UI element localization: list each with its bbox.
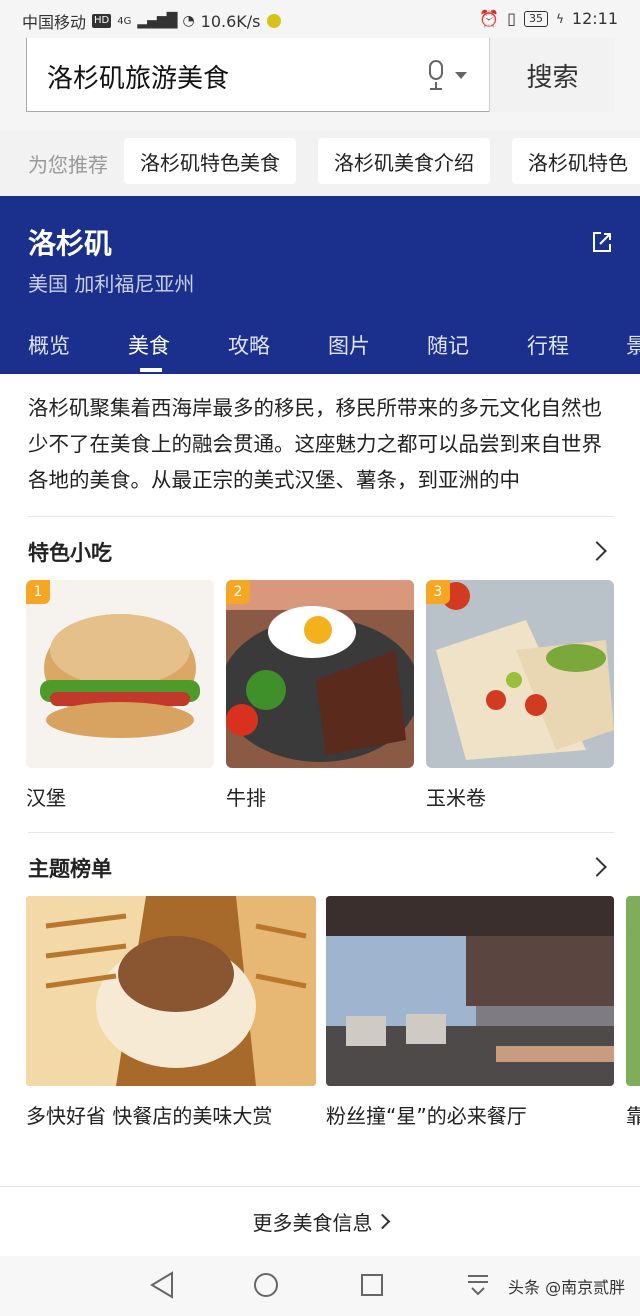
snack-card[interactable]: 3 玉米卷 [426,580,614,811]
vibrate-icon: ▯ [507,9,516,28]
charging-icon: ϟ [555,11,564,26]
tab-bar: 概览 美食 攻略 图片 随记 行程 景 [0,320,640,374]
theme-image[interactable] [626,896,640,1086]
microphone-icon[interactable] [427,60,445,90]
theme-card[interactable]: 粉丝撞“星”的必来餐厅 [326,896,614,1129]
chevron-right-icon [374,1213,390,1229]
steak-image[interactable]: 2 [226,580,414,768]
signal-icon: ▂▄▆█ [137,13,177,29]
city-title: 洛杉矶 [28,227,113,260]
snack-name[interactable]: 玉米卷 [426,782,614,811]
system-nav-bar: 头条 @南京贰胖 [0,1256,640,1316]
rank-badge: 1 [26,580,50,604]
search-input[interactable]: 洛杉矶旅游美食 [47,58,229,95]
tab-food[interactable]: 美食 [128,330,170,360]
food-intro[interactable]: 洛杉矶聚集着西海岸最多的移民，移民所带来的多元文化自然也少不了在美食上的融会贯通… [28,390,618,498]
search-box[interactable]: 洛杉矶旅游美食 搜索 [26,38,615,112]
chevron-right-icon[interactable] [587,541,607,561]
rank-badge: 3 [426,580,450,604]
region-subtitle: 美国 加利福尼亚州 [28,272,195,296]
more-label: 更多美食信息 [252,1210,373,1235]
tab-itinerary[interactable]: 行程 [527,330,569,360]
back-icon[interactable] [148,1270,176,1300]
recommend-chip[interactable]: 洛杉矶美食介绍 [318,138,490,184]
rank-badge: 2 [226,580,250,604]
theme-card[interactable]: 靠 [626,896,640,1129]
search-button[interactable]: 搜索 [489,38,615,112]
tab-guide[interactable]: 攻略 [228,330,270,360]
waffle-icecream-image[interactable] [26,896,316,1086]
network-type: 4G [117,15,132,27]
snack-card[interactable]: 1 汉堡 [26,580,214,811]
status-bar: 中国移动 HD 4G ▂▄▆█ ◔ 10.6K/s ⏰ ▯ 35 ϟ 12:11 [0,0,640,38]
share-icon[interactable] [590,230,614,254]
divider [28,516,614,517]
search-area: 洛杉矶旅游美食 搜索 [0,38,640,130]
snack-name[interactable]: 汉堡 [26,782,214,811]
theme-card[interactable]: 多快好省 快餐店的美味大赏 [26,896,316,1129]
recommend-chip[interactable]: 洛杉矶特色 [512,138,640,184]
theme-name[interactable]: 多快好省 快餐店的美味大赏 [26,1100,316,1129]
theme-name[interactable]: 靠 [626,1100,640,1129]
hd-icon: HD [92,14,112,28]
recommend-chip[interactable]: 洛杉矶特色美食 [124,138,296,184]
voice-dropdown-icon[interactable] [455,72,467,79]
divider [28,832,614,833]
net-speed: 10.6K/s [200,11,261,31]
tab-scenic[interactable]: 景 [626,330,640,360]
snacks-title[interactable]: 特色小吃 [28,537,112,567]
tab-overview[interactable]: 概览 [28,330,70,360]
restaurant-image[interactable] [326,896,614,1086]
snack-card[interactable]: 2 牛排 [226,580,414,811]
carrier-label: 中国移动 [22,13,87,32]
watermark: 头条 @南京贰胖 [508,1278,626,1297]
battery-icon: 35 [523,10,548,27]
wifi-icon: ◔ [182,13,195,29]
active-tab-indicator [140,368,162,372]
recents-icon[interactable] [358,1270,386,1300]
snack-name[interactable]: 牛排 [226,782,414,811]
themes-title[interactable]: 主题榜单 [28,853,112,883]
tab-notes[interactable]: 随记 [427,330,469,360]
alarm-icon: ⏰ [479,9,500,28]
chevron-right-icon[interactable] [587,857,607,877]
notification-pull-icon[interactable] [464,1270,492,1300]
clock: 12:11 [571,9,618,28]
home-icon[interactable] [252,1270,280,1300]
app-notify-icon [266,14,281,28]
burger-image[interactable]: 1 [26,580,214,768]
recommend-label: 为您推荐 [28,153,108,177]
theme-name[interactable]: 粉丝撞“星”的必来餐厅 [326,1100,614,1129]
recommend-row: 为您推荐 洛杉矶特色美食 洛杉矶美食介绍 洛杉矶特色 [0,130,640,196]
tab-photos[interactable]: 图片 [328,330,370,360]
destination-header: 洛杉矶 美国 加利福尼亚州 概览 美食 攻略 图片 随记 行程 景 [0,196,640,374]
burrito-image[interactable]: 3 [426,580,614,768]
more-food-link[interactable]: 更多美食信息 [0,1186,640,1255]
